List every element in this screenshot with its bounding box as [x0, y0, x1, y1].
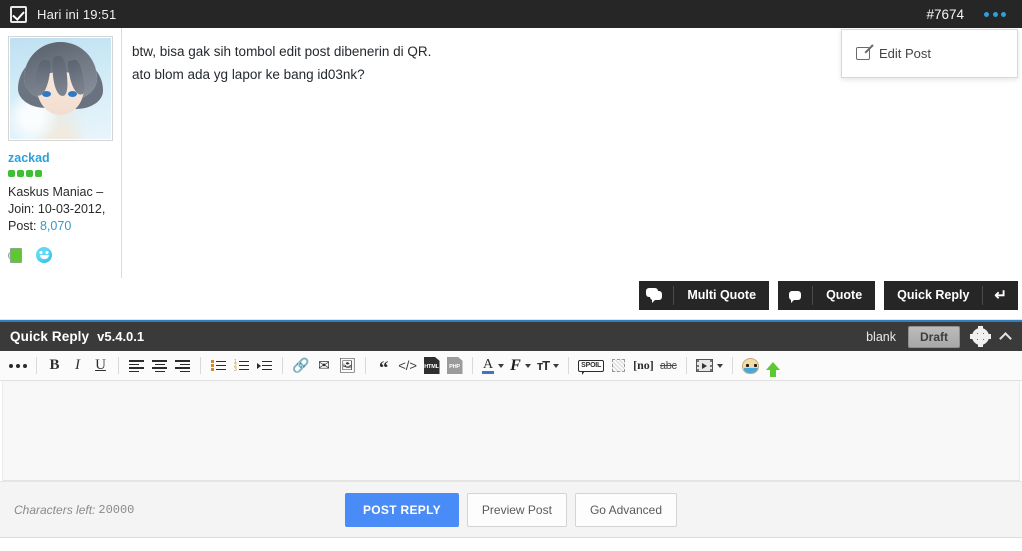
- return-arrow-icon[interactable]: ↵: [983, 281, 1018, 310]
- divider: [36, 357, 37, 374]
- top-bar: Hari ini 19:51 #7674: [0, 0, 1022, 28]
- chevron-up-icon[interactable]: [999, 332, 1012, 345]
- draft-button[interactable]: Draft: [907, 325, 960, 348]
- reply-editor-area[interactable]: [2, 381, 1020, 481]
- post-action-buttons: Multi Quote Quote Quick Reply ↵: [639, 281, 1018, 310]
- preview-post-button[interactable]: Preview Post: [466, 492, 567, 527]
- multi-quote-button[interactable]: Multi Quote: [674, 281, 770, 310]
- gear-icon[interactable]: [970, 326, 991, 347]
- font-size-icon[interactable]: ᴛT: [534, 354, 562, 378]
- italic-icon[interactable]: I: [66, 354, 89, 378]
- reputation-dots: [8, 170, 114, 177]
- video-icon[interactable]: [693, 354, 726, 378]
- divider: [365, 357, 367, 374]
- user-meta: Kaskus Maniac – Join: 10-03-2012, Post: …: [8, 184, 114, 235]
- post-user-info: zackad Kaskus Maniac – Join: 10-03-2012,…: [0, 28, 122, 319]
- topbar-right-group: #7674: [926, 7, 1008, 22]
- quote-icon-button[interactable]: [778, 281, 813, 310]
- hide-icon[interactable]: [607, 354, 630, 378]
- font-color-icon[interactable]: A: [479, 354, 507, 378]
- characters-left-count: 20000: [98, 502, 135, 517]
- link-icon[interactable]: 🔗: [289, 354, 312, 378]
- speech-bubble-icon: [789, 291, 802, 303]
- emoticon-icon[interactable]: [739, 354, 762, 378]
- go-advanced-button[interactable]: Go Advanced: [574, 492, 678, 527]
- quote-group: Quote: [778, 281, 876, 310]
- post-options-dropdown: Edit Post: [841, 29, 1018, 78]
- post-number[interactable]: #7674: [926, 7, 964, 22]
- double-speech-bubble-icon: [646, 288, 663, 303]
- quick-reply-group: Quick Reply ↵: [884, 281, 1018, 310]
- bold-icon[interactable]: B: [43, 354, 66, 378]
- noparse-icon[interactable]: [no]: [630, 354, 657, 378]
- align-center-icon[interactable]: [148, 354, 171, 378]
- post-body: btw, bisa gak sih tombol edit post diben…: [122, 28, 1022, 319]
- post-container: zackad Kaskus Maniac – Join: 10-03-2012,…: [0, 28, 1022, 320]
- reply-textarea[interactable]: [3, 381, 1019, 480]
- characters-left-label: Characters left:: [14, 502, 96, 517]
- font-family-icon[interactable]: F: [507, 354, 534, 378]
- email-icon[interactable]: ✉: [312, 354, 335, 378]
- quick-reply-title: Quick Reply: [10, 329, 90, 344]
- bottom-divider: [0, 537, 1022, 538]
- multi-quote-group: Multi Quote: [639, 281, 770, 310]
- align-right-icon[interactable]: [171, 354, 194, 378]
- underline-icon[interactable]: U: [89, 354, 112, 378]
- numbered-list-icon[interactable]: 123: [230, 354, 253, 378]
- post-count-label: Post:: [8, 219, 37, 233]
- smiley-badge-icon[interactable]: [36, 247, 52, 263]
- username-link[interactable]: zackad: [8, 150, 114, 166]
- divider: [200, 357, 201, 374]
- image-icon[interactable]: 🖼: [335, 354, 359, 378]
- quote-button[interactable]: Quote: [813, 281, 876, 310]
- divider: [282, 357, 283, 374]
- multi-quote-icon-button[interactable]: [639, 281, 674, 310]
- php-file-icon[interactable]: PHP: [443, 354, 466, 378]
- user-badges: [8, 247, 114, 263]
- edit-post-label: Edit Post: [879, 46, 932, 61]
- checkbox-checked-icon[interactable]: [10, 5, 27, 23]
- return-arrow-glyph: ↵: [994, 287, 1007, 304]
- divider: [472, 357, 474, 374]
- spoiler-icon[interactable]: SPOIL: [575, 354, 607, 378]
- align-left-icon[interactable]: [125, 354, 148, 378]
- divider: [731, 357, 733, 374]
- footer-button-group: POST REPLY Preview Post Go Advanced: [344, 492, 678, 527]
- strikethrough-icon[interactable]: abc: [657, 354, 680, 378]
- quick-reply-header-right: blank Draft: [866, 325, 1012, 348]
- divider: [685, 357, 687, 374]
- edit-pencil-icon: [856, 45, 872, 60]
- post-reply-button[interactable]: POST REPLY: [344, 492, 459, 527]
- upload-icon[interactable]: [762, 354, 785, 378]
- post-count-value[interactable]: 8,070: [40, 219, 71, 233]
- user-join-date: Join: 10-03-2012,: [8, 202, 106, 216]
- divider: [568, 357, 570, 374]
- topbar-left-group: Hari ini 19:51: [10, 5, 117, 23]
- avatar[interactable]: [8, 36, 113, 141]
- divider: [118, 357, 119, 374]
- quick-reply-button[interactable]: Quick Reply: [884, 281, 983, 310]
- quick-reply-header: Quick Reply v5.4.0.1 blank Draft: [0, 320, 1022, 351]
- editor-toolbar: B I U 123 🔗 ✉ 🖼 “ </> HTML PHP A F ᴛT SP…: [0, 351, 1022, 381]
- quick-reply-version: v5.4.0.1: [97, 329, 145, 344]
- ellipsis-icon[interactable]: [982, 8, 1008, 21]
- bullet-list-icon[interactable]: [207, 354, 230, 378]
- user-title: Kaskus Maniac –: [8, 185, 104, 199]
- mug-badge-icon[interactable]: [8, 247, 25, 263]
- edit-post-menu-item[interactable]: Edit Post: [842, 40, 1017, 67]
- user-post-count-row: Post: 8,070: [8, 218, 114, 235]
- quick-reply-footer: Characters left: 20000 POST REPLY Previe…: [0, 481, 1022, 537]
- draft-status-label: blank: [866, 329, 896, 344]
- indent-icon[interactable]: [253, 354, 276, 378]
- code-icon[interactable]: </>: [395, 354, 420, 378]
- post-message-text: btw, bisa gak sih tombol edit post diben…: [132, 44, 432, 82]
- post-timestamp: Hari ini 19:51: [37, 6, 117, 22]
- quote-icon[interactable]: “: [372, 354, 395, 378]
- more-options-icon[interactable]: [6, 354, 30, 378]
- html-file-icon[interactable]: HTML: [420, 354, 443, 378]
